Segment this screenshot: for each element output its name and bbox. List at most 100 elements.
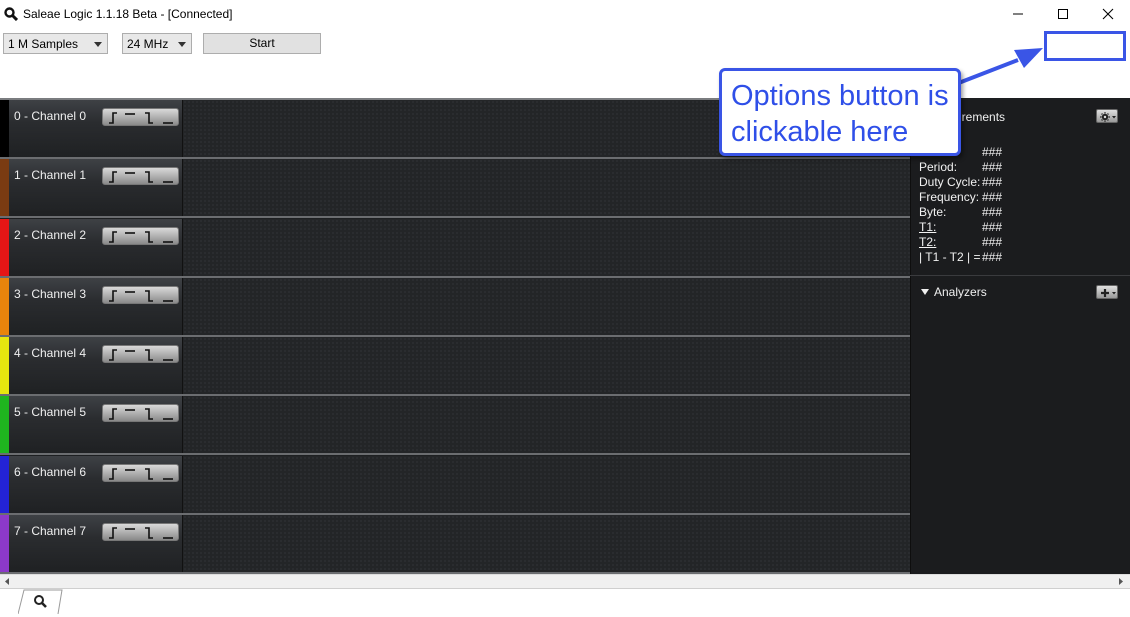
falling-edge-icon[interactable] — [145, 349, 153, 361]
close-icon — [1102, 8, 1114, 20]
channel-header[interactable]: 4 - Channel 4 — [0, 337, 183, 394]
channel-label: 3 - Channel 3 — [14, 287, 87, 301]
trigger-buttons[interactable] — [102, 108, 179, 126]
rising-edge-icon[interactable] — [109, 171, 117, 183]
minimize-icon — [1013, 13, 1023, 15]
side-divider — [910, 275, 1130, 276]
channel-header[interactable]: 3 - Channel 3 — [0, 278, 183, 335]
trigger-buttons[interactable] — [102, 286, 179, 304]
channel-label: 4 - Channel 4 — [14, 346, 87, 360]
measurement-value: ### — [982, 250, 1003, 264]
channel-waveform-area[interactable] — [183, 515, 910, 572]
rising-edge-icon[interactable] — [109, 408, 117, 420]
channel-row: 3 - Channel 3 — [0, 278, 910, 337]
falling-edge-icon[interactable] — [145, 290, 153, 302]
chevron-down-icon — [94, 42, 102, 47]
channel-label: 1 - Channel 1 — [14, 168, 87, 182]
scroll-left-icon[interactable] — [2, 575, 12, 588]
measurement-value: ### — [982, 220, 1003, 234]
trigger-buttons[interactable] — [102, 167, 179, 185]
channel-row: 6 - Channel 6 — [0, 456, 910, 515]
channel-header[interactable]: 6 - Channel 6 — [0, 456, 183, 513]
channel-header[interactable]: 1 - Channel 1 — [0, 159, 183, 216]
channel-color-swatch — [0, 278, 9, 335]
falling-edge-icon[interactable] — [145, 231, 153, 243]
channel-separator — [0, 216, 910, 218]
trigger-buttons[interactable] — [102, 227, 179, 245]
channel-header[interactable]: 5 - Channel 5 — [0, 396, 183, 453]
minimize-button[interactable] — [995, 0, 1041, 28]
falling-edge-icon[interactable] — [145, 112, 153, 124]
channel-label: 0 - Channel 0 — [14, 109, 87, 123]
channel-row: 7 - Channel 7 — [0, 515, 910, 574]
annotation-text: Options button is clickable here — [731, 80, 949, 148]
channel-color-swatch — [0, 159, 9, 216]
rising-edge-icon[interactable] — [109, 468, 117, 480]
channel-waveform-area[interactable] — [183, 456, 910, 513]
plus-icon — [1101, 289, 1116, 297]
sample-rate-select[interactable]: 24 MHz — [122, 33, 192, 54]
measurements-title: urements — [955, 110, 1006, 124]
measurement-label: Frequency: — [919, 190, 980, 204]
options-button-highlight[interactable] — [1044, 31, 1126, 61]
falling-edge-icon[interactable] — [145, 527, 153, 539]
gear-icon — [1100, 112, 1116, 122]
measurement-label[interactable]: T1: — [919, 220, 936, 234]
measurement-value: ### — [982, 160, 1003, 174]
measurement-label: Duty Cycle: — [919, 175, 981, 189]
add-analyzer-button[interactable] — [1096, 285, 1118, 299]
channel-row: 2 - Channel 2 — [0, 219, 910, 278]
channel-row: 1 - Channel 1 — [0, 159, 910, 218]
maximize-button[interactable] — [1040, 0, 1086, 28]
channel-color-swatch — [0, 456, 9, 513]
channel-header[interactable]: 0 - Channel 0 — [0, 100, 183, 157]
channel-row: 5 - Channel 5 — [0, 396, 910, 455]
falling-edge-icon[interactable] — [145, 408, 153, 420]
bottom-tab-bar — [0, 588, 1130, 614]
chevron-down-icon — [178, 42, 186, 47]
channel-color-swatch — [0, 337, 9, 394]
channel-waveform-area[interactable] — [183, 396, 910, 453]
measurement-label: Byte: — [919, 205, 947, 219]
sample-rate-select-value: 24 MHz — [127, 37, 169, 51]
channel-color-swatch — [0, 100, 9, 157]
collapse-triangle-icon[interactable] — [921, 289, 929, 295]
falling-edge-icon[interactable] — [145, 468, 153, 480]
channel-header[interactable]: 7 - Channel 7 — [0, 515, 183, 572]
samples-select-value: 1 M Samples — [8, 37, 79, 51]
channel-waveform-area[interactable] — [183, 159, 910, 216]
trigger-buttons[interactable] — [102, 345, 179, 363]
search-tab[interactable] — [17, 588, 64, 615]
rising-edge-icon[interactable] — [109, 290, 117, 302]
measurement-label[interactable]: T2: — [919, 235, 936, 249]
trigger-buttons[interactable] — [102, 523, 179, 541]
rising-edge-icon[interactable] — [109, 349, 117, 361]
measurements-settings-button[interactable] — [1096, 109, 1118, 123]
measurement-value: ### — [982, 175, 1003, 189]
scroll-right-icon[interactable] — [1116, 575, 1126, 588]
rising-edge-icon[interactable] — [109, 112, 117, 124]
trigger-buttons[interactable] — [102, 464, 179, 482]
close-button[interactable] — [1085, 0, 1130, 28]
window-title: Saleae Logic 1.1.18 Beta - [Connected] — [23, 7, 233, 21]
channel-color-swatch — [0, 396, 9, 453]
channel-waveform-area[interactable] — [183, 219, 910, 276]
horizontal-scrollbar[interactable] — [0, 574, 1130, 588]
falling-edge-icon[interactable] — [145, 171, 153, 183]
channel-waveform-area[interactable] — [183, 337, 910, 394]
rising-edge-icon[interactable] — [109, 527, 117, 539]
channel-label: 2 - Channel 2 — [14, 228, 87, 242]
channel-header[interactable]: 2 - Channel 2 — [0, 219, 183, 276]
measurement-value: ### — [982, 205, 1003, 219]
trigger-buttons[interactable] — [102, 404, 179, 422]
magnifier-app-icon — [4, 7, 18, 21]
channel-waveform-area[interactable] — [183, 278, 910, 335]
samples-select[interactable]: 1 M Samples — [3, 33, 108, 54]
annotation-callout: Options button is clickable here — [719, 68, 961, 156]
measurement-value: ### — [982, 145, 1003, 159]
measurement-value: ### — [982, 190, 1003, 204]
start-button[interactable]: Start — [203, 33, 321, 54]
channel-color-swatch — [0, 515, 9, 572]
maximize-icon — [1058, 9, 1068, 19]
rising-edge-icon[interactable] — [109, 231, 117, 243]
